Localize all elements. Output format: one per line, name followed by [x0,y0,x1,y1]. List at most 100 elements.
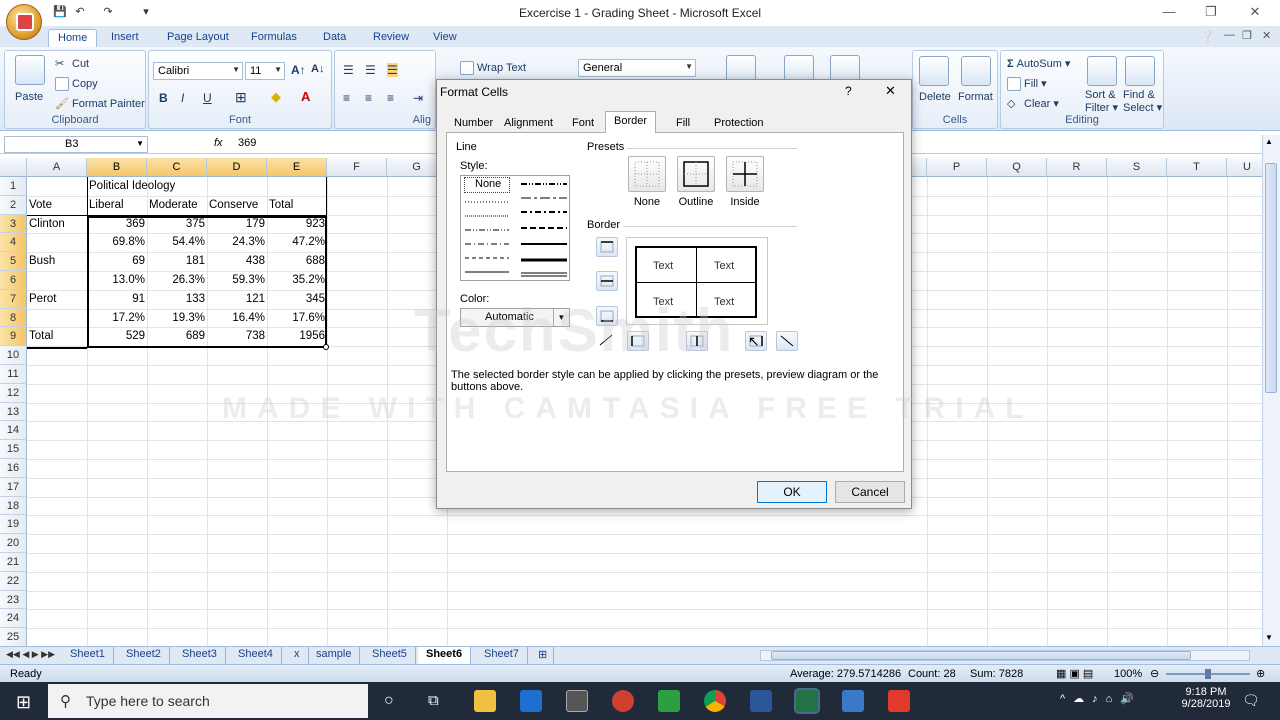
sheet-tab-sheet3[interactable]: Sheet3 [174,647,226,664]
minimize-icon[interactable]: — [1154,4,1184,22]
horizontal-scroll-thumb[interactable] [771,651,1191,660]
office-button[interactable] [6,4,42,40]
cell-d9[interactable]: 738 [209,327,265,346]
shrink-font-icon[interactable]: A↓ [311,63,324,75]
view-normal-icon[interactable]: ▦ ▣ ▤ [1056,667,1093,680]
restore-icon[interactable]: ❐ [1196,4,1226,22]
cell-a5[interactable]: Bush [29,252,85,271]
tab-view[interactable]: View [424,29,466,47]
row-header-19[interactable]: 19 [0,515,27,535]
border-diagonal-up-button[interactable] [596,331,618,351]
cortana-icon[interactable]: ○ [384,692,394,710]
cell-e5[interactable]: 688 [269,252,325,271]
cell-d3[interactable]: 179 [209,215,265,234]
cell-d6[interactable]: 59.3% [209,271,265,290]
cell-c5[interactable]: 181 [149,252,205,271]
fill-button[interactable]: Fill ▾ [1007,77,1047,92]
cell-b6[interactable]: 13.0% [89,271,145,290]
row-header-25[interactable]: 25 [0,628,27,647]
paste-button[interactable]: Paste [15,91,43,103]
dialog-tab-fill[interactable]: Fill [667,113,700,133]
row-header-12[interactable]: 12 [0,383,27,403]
sheet-tab-sheet2[interactable]: Sheet2 [118,647,170,664]
cell-a2[interactable]: Vote [29,196,85,215]
sort-filter-icon[interactable] [1087,56,1117,86]
zoom-level[interactable]: 100% [1114,668,1142,680]
notifications-icon[interactable]: 🗨 [1242,692,1260,709]
tab-data[interactable]: Data [314,29,355,47]
cell-e4[interactable]: 47.2% [269,233,325,252]
row-header-24[interactable]: 24 [0,609,27,629]
sheet-tab-sheet7[interactable]: Sheet7 [476,647,528,664]
autosum-button[interactable]: Σ AutoSum ▾ [1007,57,1070,70]
italic-button[interactable]: I [181,91,184,105]
scroll-down-icon[interactable]: ▼ [1265,633,1273,642]
fill-color-icon[interactable]: ◆ [271,89,281,105]
line-style-list[interactable]: None [460,175,570,281]
cell-e8[interactable]: 17.6% [269,309,325,328]
font-color-icon[interactable]: A [301,89,310,104]
preset-inside-button[interactable] [726,156,764,192]
column-header-r[interactable]: R [1047,158,1107,177]
sheet-tab-sheet5[interactable]: Sheet5 [364,647,416,664]
align-bottom-icon[interactable]: ☰ [387,63,398,77]
column-header-f[interactable]: F [327,158,387,177]
close-window-icon[interactable]: ✕ [1240,4,1270,22]
preset-outline-button[interactable] [677,156,715,192]
cell-c9[interactable]: 689 [149,327,205,346]
column-header-c[interactable]: C [147,158,207,177]
column-header-b[interactable]: B [87,158,147,177]
insert-cells-icon[interactable] [919,56,949,86]
column-header-e[interactable]: E [267,158,327,177]
taskbar-search[interactable]: ⚲ Type here to search [48,684,368,718]
cell-a3[interactable]: Clinton [29,215,85,234]
bold-button[interactable]: B [159,91,168,105]
column-header-p[interactable]: P [927,158,987,177]
tab-page-layout[interactable]: Page Layout [158,29,238,47]
select-all-corner[interactable] [0,158,27,177]
cut-button[interactable]: ✂ Cut [55,57,89,71]
name-box[interactable]: B3 ▼ [4,136,148,153]
zoom-out-icon[interactable]: ⊖ [1150,667,1159,680]
dialog-tab-number[interactable]: Number [445,113,503,133]
file-explorer-icon[interactable] [474,690,496,712]
tab-insert[interactable]: Insert [102,29,148,47]
zoom-slider-thumb[interactable] [1205,669,1211,679]
cell-c8[interactable]: 19.3% [149,309,205,328]
cell-c3[interactable]: 375 [149,215,205,234]
color-select[interactable]: Automatic ▼ [460,308,570,327]
row-header-4[interactable]: 4 [0,233,27,253]
scroll-thumb[interactable] [1265,163,1277,393]
find-select-button[interactable]: Find & Select ▾ [1123,89,1162,114]
align-middle-icon[interactable]: ☰ [365,63,376,77]
dialog-tab-border[interactable]: Border [605,111,657,133]
cell-d5[interactable]: 438 [209,252,265,271]
dialog-close-icon[interactable]: ✕ [885,83,896,99]
redo-icon[interactable]: ↷ [100,5,116,21]
sheet-nav-icon[interactable]: ◀◀ ◀ ▶ ▶▶ [6,649,55,660]
cell-b1[interactable]: Political Ideology [89,177,175,196]
border-center-button[interactable] [686,331,708,351]
cell-a9[interactable]: Total [29,327,85,346]
tray-icons[interactable]: ^☁♪⌂🔊 [1060,692,1142,705]
cell-c7[interactable]: 133 [149,290,205,309]
sheet-tab-sheet6[interactable]: Sheet6 [418,647,472,664]
cell-b5[interactable]: 69 [89,252,145,271]
cell-a7[interactable]: Perot [29,290,85,309]
sheet-tab-sheet1[interactable]: Sheet1 [62,647,114,664]
dialog-tab-protection[interactable]: Protection [705,113,773,133]
paste-icon[interactable] [15,55,45,85]
border-left-button[interactable] [627,331,649,351]
recorder-icon[interactable] [888,690,910,712]
taskbar-app-icon[interactable] [842,690,864,712]
column-header-d[interactable]: D [207,158,267,177]
align-center-icon[interactable]: ≡ [365,91,372,105]
dialog-tab-alignment[interactable]: Alignment [495,113,562,133]
cell-e2[interactable]: Total [269,196,325,215]
wrap-text-button[interactable]: Wrap Text [460,61,526,75]
row-header-20[interactable]: 20 [0,534,27,553]
column-header-q[interactable]: Q [987,158,1047,177]
row-header-6[interactable]: 6 [0,271,27,290]
formula-input[interactable]: 369 [238,137,256,149]
grow-font-icon[interactable]: A↑ [291,63,306,77]
